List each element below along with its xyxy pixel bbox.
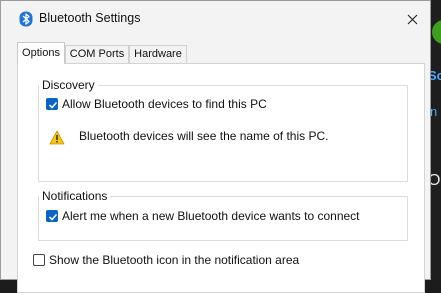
- warning-icon: [49, 130, 65, 148]
- tab-com-ports[interactable]: COM Ports: [65, 45, 129, 63]
- window-title: Bluetooth Settings: [39, 11, 141, 25]
- allow-discovery-checkbox[interactable]: [46, 98, 58, 110]
- tab-hardware[interactable]: Hardware: [129, 45, 187, 63]
- bluetooth-icon: [19, 11, 33, 27]
- show-bluetooth-icon-label[interactable]: Show the Bluetooth icon in the notificat…: [49, 253, 299, 267]
- checkmark-icon: [48, 213, 58, 221]
- alert-new-device-label[interactable]: Alert me when a new Bluetooth device wan…: [62, 209, 360, 223]
- checkmark-icon: [48, 101, 58, 109]
- title-bar: Bluetooth Settings: [1, 1, 430, 37]
- allow-discovery-label[interactable]: Allow Bluetooth devices to find this PC: [62, 97, 267, 111]
- close-icon: [407, 14, 417, 24]
- show-bluetooth-icon-checkbox[interactable]: [33, 254, 45, 266]
- discovery-group-label: Discovery: [39, 78, 98, 92]
- bluetooth-settings-window: Bluetooth Settings Options COM Ports Har…: [0, 0, 431, 293]
- discovery-warning-text: Bluetooth devices will see the name of t…: [79, 129, 329, 143]
- alert-new-device-checkbox[interactable]: [46, 210, 58, 222]
- background-app-text-2: n: [430, 104, 438, 119]
- notifications-group-label: Notifications: [39, 189, 111, 203]
- options-panel: Discovery Allow Bluetooth devices to fin…: [17, 63, 425, 293]
- tab-options[interactable]: Options: [17, 42, 65, 64]
- close-button[interactable]: [394, 1, 430, 37]
